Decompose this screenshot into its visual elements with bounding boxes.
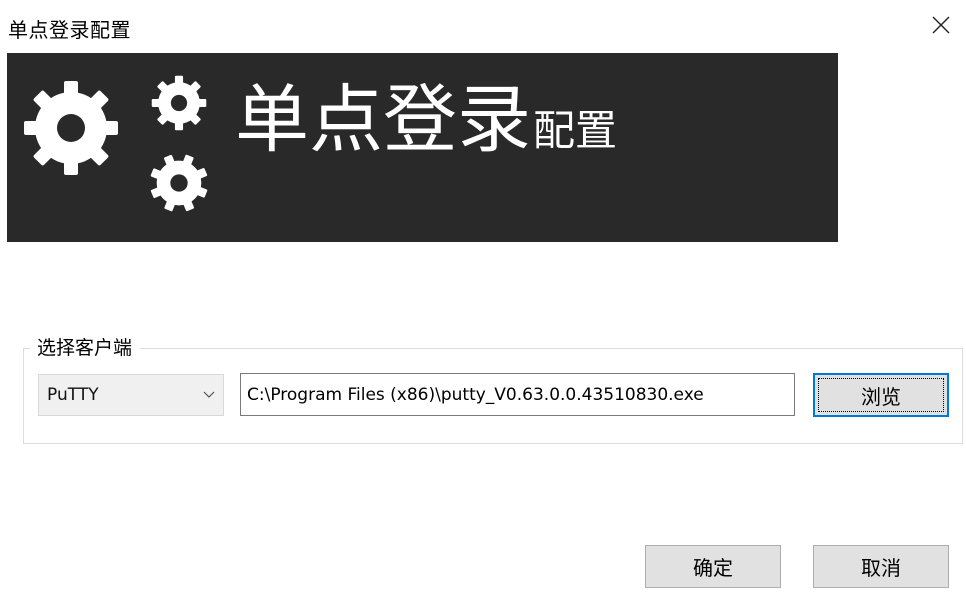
client-path-input[interactable]: [240, 373, 795, 416]
chevron-down-icon: [203, 391, 215, 398]
client-group-legend: 选择客户端: [30, 336, 141, 360]
close-button[interactable]: [926, 10, 956, 40]
client-select-value: PuTTY: [47, 385, 99, 405]
banner-title: 单点登录配置: [235, 75, 617, 165]
ok-button[interactable]: 确定: [645, 545, 781, 588]
window-title: 单点登录配置: [8, 18, 131, 42]
cancel-button[interactable]: 取消: [813, 545, 949, 588]
title-bar: 单点登录配置: [0, 0, 966, 52]
header-banner: 单点登录配置: [7, 53, 838, 242]
banner-title-sub: 配置: [533, 106, 618, 155]
gears-icon: [24, 75, 208, 212]
client-select[interactable]: PuTTY: [38, 374, 224, 416]
close-icon: [932, 16, 950, 34]
banner-title-main: 单点登录: [235, 77, 531, 163]
browse-button[interactable]: 浏览: [813, 373, 949, 417]
